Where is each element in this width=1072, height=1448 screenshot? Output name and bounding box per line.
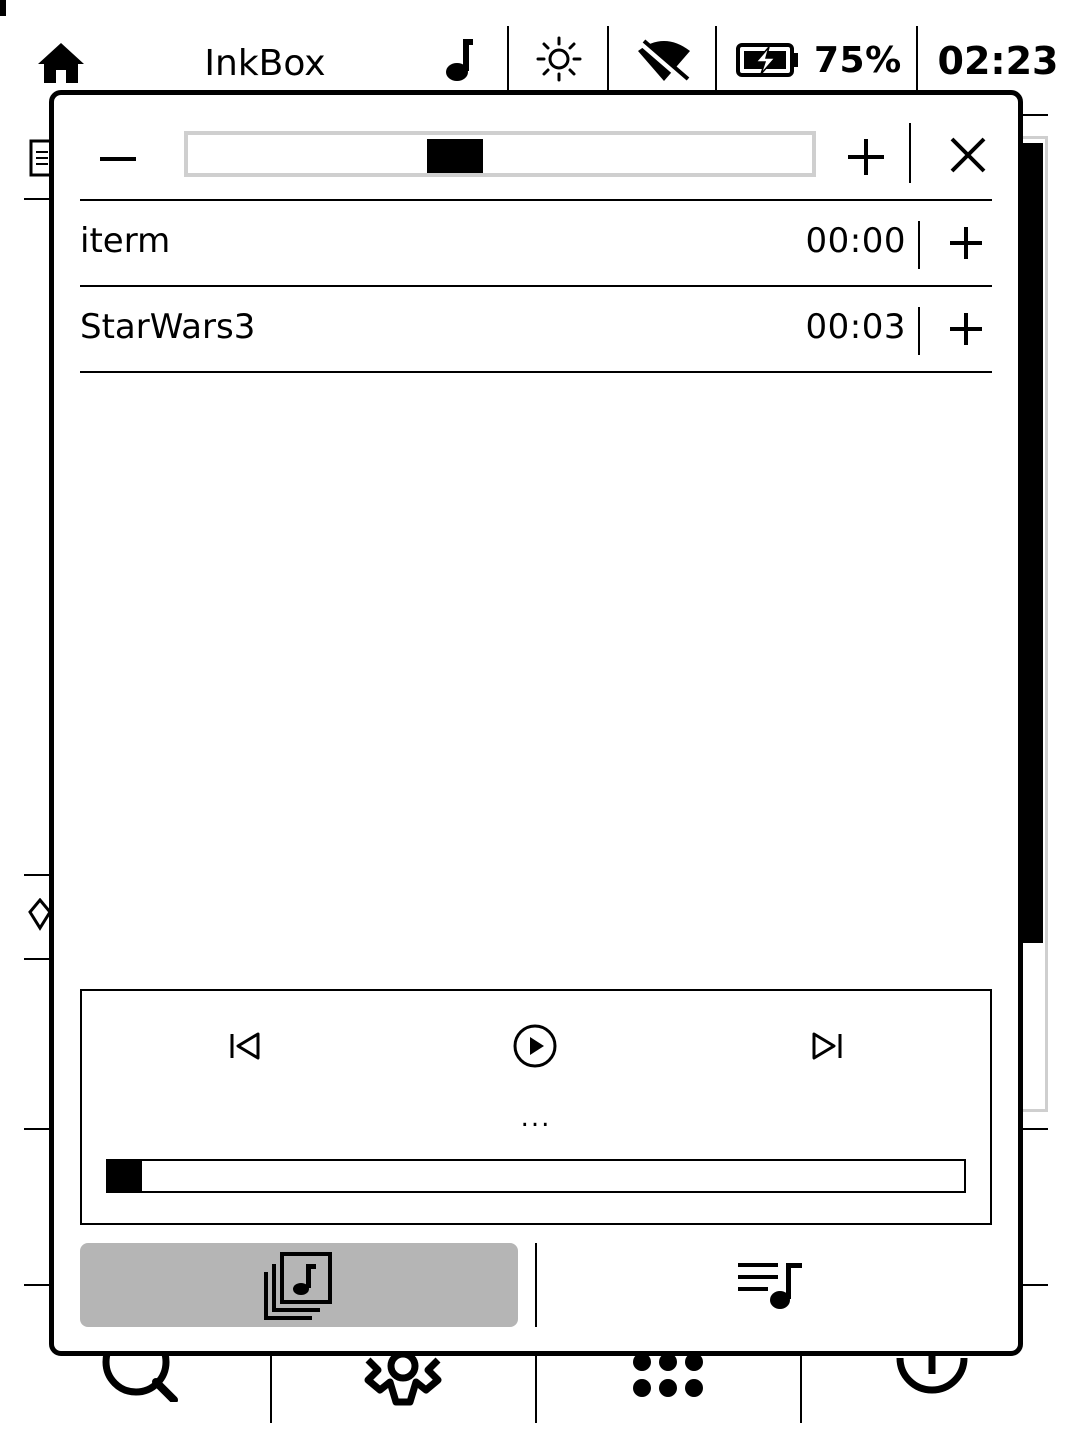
background-divider xyxy=(1022,114,1048,116)
background-divider xyxy=(24,958,50,960)
track-duration: 00:03 xyxy=(805,307,906,347)
music-library-icon xyxy=(264,1252,332,1320)
track-name: StarWars3 xyxy=(80,307,256,347)
track-row[interactable]: iterm 00:00 xyxy=(80,201,992,287)
search-icon xyxy=(102,1352,178,1402)
background-divider xyxy=(1022,1128,1048,1130)
play-icon xyxy=(513,1024,557,1068)
background-scrollbar-thumb xyxy=(1023,143,1043,943)
settings-gear-icon xyxy=(364,1352,442,1406)
minus-icon xyxy=(100,157,136,161)
music-player-dialog: iterm 00:00 StarWars3 00:03 ... xyxy=(49,90,1023,1356)
battery-indicator: 75% xyxy=(730,0,910,96)
player-controls: ... xyxy=(80,989,992,1225)
volume-separator xyxy=(909,123,911,183)
add-to-queue-button[interactable] xyxy=(940,215,992,271)
background-divider xyxy=(535,1355,537,1423)
track-separator xyxy=(918,221,920,269)
volume-up-button[interactable] xyxy=(836,127,896,187)
volume-row xyxy=(80,123,996,193)
tab-library[interactable] xyxy=(80,1243,518,1327)
background-divider xyxy=(24,1128,50,1130)
background-divider xyxy=(1022,1284,1048,1286)
corner-mark xyxy=(0,0,6,16)
add-to-queue-button[interactable] xyxy=(940,301,992,357)
track-name: iterm xyxy=(80,221,171,261)
background-divider xyxy=(800,1355,802,1423)
wifi-button[interactable] xyxy=(620,0,708,96)
battery-charging-icon xyxy=(736,43,798,77)
plus-icon xyxy=(950,313,982,345)
now-playing-label: ... xyxy=(520,1103,552,1133)
divider xyxy=(80,371,992,373)
volume-down-button[interactable] xyxy=(90,131,146,187)
apps-grid-icon xyxy=(633,1353,703,1397)
status-separator xyxy=(916,26,918,92)
status-separator xyxy=(607,26,609,92)
track-separator xyxy=(918,307,920,355)
status-bar: InkBox 75% 02:23 xyxy=(0,0,1072,96)
background-divider xyxy=(270,1355,272,1423)
tab-separator xyxy=(535,1243,537,1327)
volume-slider[interactable] xyxy=(184,131,816,177)
play-button[interactable] xyxy=(510,1021,560,1071)
track-duration: 00:00 xyxy=(805,221,906,261)
close-button[interactable] xyxy=(938,125,998,185)
music-note-icon xyxy=(446,39,473,81)
next-track-button[interactable] xyxy=(802,1021,852,1071)
battery-percent: 75% xyxy=(814,39,902,81)
brightness-button[interactable] xyxy=(520,0,598,96)
background-divider xyxy=(24,874,50,876)
playback-progress-fill xyxy=(108,1161,142,1191)
home-button[interactable] xyxy=(32,0,90,96)
wifi-off-icon xyxy=(638,39,690,83)
track-row[interactable]: StarWars3 00:03 xyxy=(80,287,992,373)
playback-progress-bar[interactable] xyxy=(106,1159,966,1193)
previous-track-button[interactable] xyxy=(220,1021,270,1071)
power-icon xyxy=(896,1352,968,1394)
home-icon xyxy=(38,43,84,83)
brightness-icon xyxy=(536,36,582,82)
background-divider xyxy=(24,198,50,200)
clock: 02:23 xyxy=(937,39,1059,83)
plus-icon xyxy=(848,139,884,175)
app-title: InkBox xyxy=(204,42,326,84)
plus-icon xyxy=(950,227,982,259)
skip-next-icon xyxy=(812,1032,842,1060)
music-button[interactable] xyxy=(428,0,492,96)
tab-playlist[interactable] xyxy=(550,1243,992,1327)
close-icon xyxy=(950,137,986,173)
skip-previous-icon xyxy=(230,1032,260,1060)
background-divider xyxy=(24,1284,50,1286)
status-separator xyxy=(715,26,717,92)
status-separator xyxy=(507,26,509,92)
playlist-icon xyxy=(738,1263,802,1309)
volume-slider-handle[interactable] xyxy=(427,139,483,173)
